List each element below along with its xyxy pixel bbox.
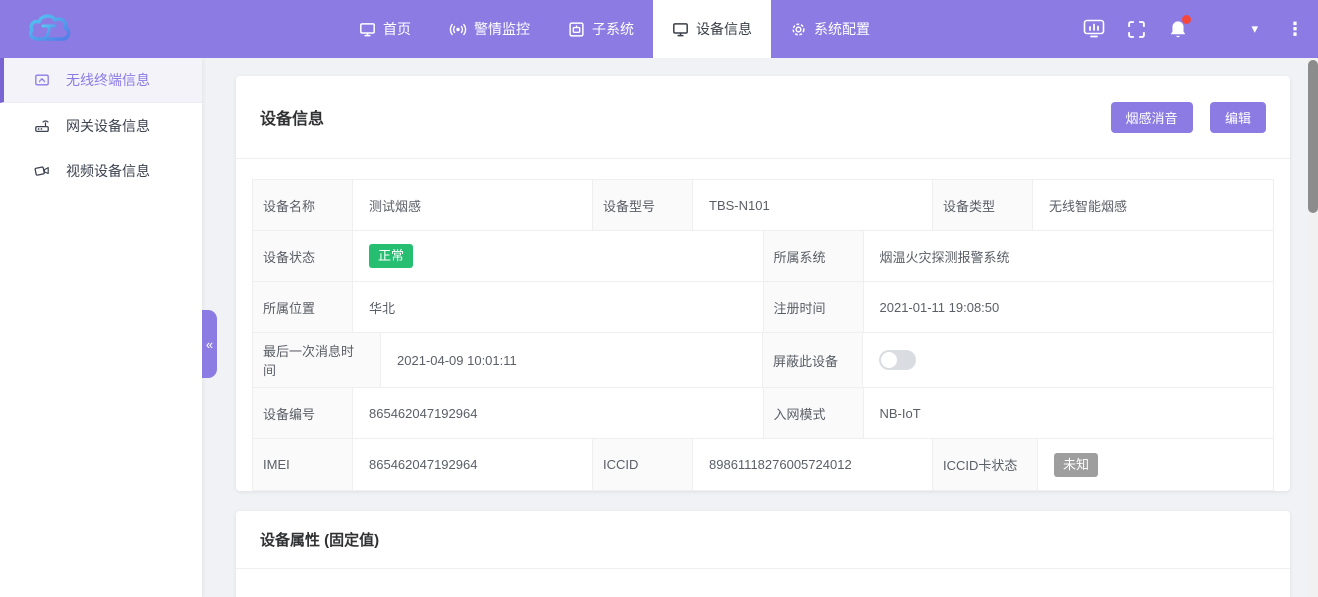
navbar-right-tools: ▾ ⋮ [1077,0,1318,58]
last-message-time-label: 最后一次消息时间 [253,333,381,387]
iccid-card-status-label: ICCID卡状态 [933,439,1038,490]
iccid-card-status-value: 未知 [1038,439,1273,490]
network-mode-label: 入网模式 [764,388,864,438]
shield-device-toggle[interactable] [879,350,916,370]
tab-subsystem-label: 子系统 [592,19,634,39]
device-model-label: 设备型号 [593,180,693,230]
location-label: 所属位置 [253,282,353,332]
sidebar: 无线终端信息 网关设备信息 视频设备信息 [0,58,202,597]
top-navbar: 首页 警情监控 子系统 设备信息 系统配置 [0,0,1318,58]
tab-device-info-label: 设备信息 [696,19,752,39]
register-time-value: 2021-01-11 19:08:50 [864,282,1274,332]
wireless-terminal-icon [34,72,50,88]
cloud-logo-icon [26,10,78,48]
device-info-card: 设备信息 烟感消音 编辑 设备名称 测试烟感 设备型号 TBS-N101 设备类… [236,76,1290,491]
edit-button[interactable]: 编辑 [1210,102,1266,133]
collapse-chevrons-icon: « [206,337,213,352]
device-info-card-header: 设备信息 烟感消音 编辑 [236,76,1290,159]
chevron-down-icon[interactable]: ▾ [1251,21,1258,37]
table-row: 设备编号 865462047192964 入网模式 NB-IoT [253,388,1273,439]
fullscreen-icon[interactable] [1119,12,1153,46]
device-type-label: 设备类型 [933,180,1033,230]
monitor-icon [359,21,376,38]
tab-system-config[interactable]: 系统配置 [771,0,889,58]
main-nav-tabs: 首页 警情监控 子系统 设备信息 系统配置 [340,0,889,58]
table-row: 设备名称 测试烟感 设备型号 TBS-N101 设备类型 无线智能烟感 [253,180,1273,231]
device-status-label: 设备状态 [253,231,353,281]
dashboard-chart-icon[interactable] [1077,12,1111,46]
notification-red-dot [1182,15,1191,24]
location-value: 华北 [353,282,764,332]
sidebar-item-label: 视频设备信息 [66,161,150,181]
toggle-knob [881,352,897,368]
table-row: IMEI 865462047192964 ICCID 8986111827600… [253,439,1273,490]
gear-icon [790,21,807,38]
sidebar-item-label: 网关设备信息 [66,116,150,136]
table-row: 设备状态 正常 所属系统 烟温火灾探测报警系统 [253,231,1273,282]
kebab-menu-icon[interactable]: ⋮ [1286,19,1304,40]
imei-label: IMEI [253,439,353,490]
tab-subsystem[interactable]: 子系统 [549,0,653,58]
tab-alarm-monitor[interactable]: 警情监控 [430,0,549,58]
device-attributes-header: 设备属性 (固定值) [236,511,1290,569]
smoke-mute-button[interactable]: 烟感消音 [1111,102,1193,133]
sidebar-item-gateway-device[interactable]: 网关设备信息 [0,103,202,148]
table-row: 最后一次消息时间 2021-04-09 10:01:11 屏蔽此设备 [253,333,1273,388]
app-logo[interactable] [0,0,210,58]
gateway-router-icon [34,118,50,134]
device-info-table: 设备名称 测试烟感 设备型号 TBS-N101 设备类型 无线智能烟感 设备状态… [252,179,1274,491]
system-label: 所属系统 [764,231,864,281]
register-time-label: 注册时间 [764,282,864,332]
device-name-value: 测试烟感 [353,180,593,230]
table-row: 所属位置 华北 注册时间 2021-01-11 19:08:50 [253,282,1273,333]
device-status-value: 正常 [353,231,764,281]
status-badge: 正常 [369,244,413,268]
sidebar-collapse-handle[interactable]: « [202,310,217,378]
device-model-value: TBS-N101 [693,180,933,230]
shield-device-label: 屏蔽此设备 [763,333,863,387]
broadcast-icon [449,21,467,38]
sidebar-item-label: 无线终端信息 [66,70,150,90]
video-camera-icon [34,163,50,179]
tab-home-label: 首页 [383,19,411,39]
device-name-label: 设备名称 [253,180,353,230]
tab-device-info[interactable]: 设备信息 [653,0,771,58]
imei-value: 865462047192964 [353,439,593,490]
sidebar-item-video-device[interactable]: 视频设备信息 [0,148,202,193]
page-body: 无线终端信息 网关设备信息 视频设备信息 « 设备信息 烟感消音 编辑 [0,58,1318,597]
card-actions: 烟感消音 编辑 [1111,102,1266,133]
main-content: 设备信息 烟感消音 编辑 设备名称 测试烟感 设备型号 TBS-N101 设备类… [202,58,1318,597]
device-type-value: 无线智能烟感 [1033,180,1273,230]
unknown-status-badge: 未知 [1054,453,1098,477]
iccid-value: 89861118276005724012 [693,439,933,490]
system-value: 烟温火灾探测报警系统 [864,231,1274,281]
last-message-time-value: 2021-04-09 10:01:11 [381,333,763,387]
vertical-scrollbar-thumb[interactable] [1308,60,1318,213]
vertical-scrollbar-track[interactable] [1308,58,1318,597]
iccid-label: ICCID [593,439,693,490]
subsystem-grid-icon [568,21,585,38]
tab-home[interactable]: 首页 [340,0,430,58]
page-title: 设备信息 [260,105,324,129]
network-mode-value: NB-IoT [864,388,1274,438]
tab-alarm-monitor-label: 警情监控 [474,19,530,39]
bell-icon[interactable] [1161,12,1195,46]
device-no-value: 865462047192964 [353,388,764,438]
tab-system-config-label: 系统配置 [814,19,870,39]
shield-device-value [863,333,1273,387]
attributes-title: 设备属性 (固定值) [260,529,379,550]
device-attributes-card: 设备属性 (固定值) [236,511,1290,597]
sidebar-item-wireless-terminal[interactable]: 无线终端信息 [0,58,202,103]
device-monitor-icon [672,21,689,38]
device-no-label: 设备编号 [253,388,353,438]
